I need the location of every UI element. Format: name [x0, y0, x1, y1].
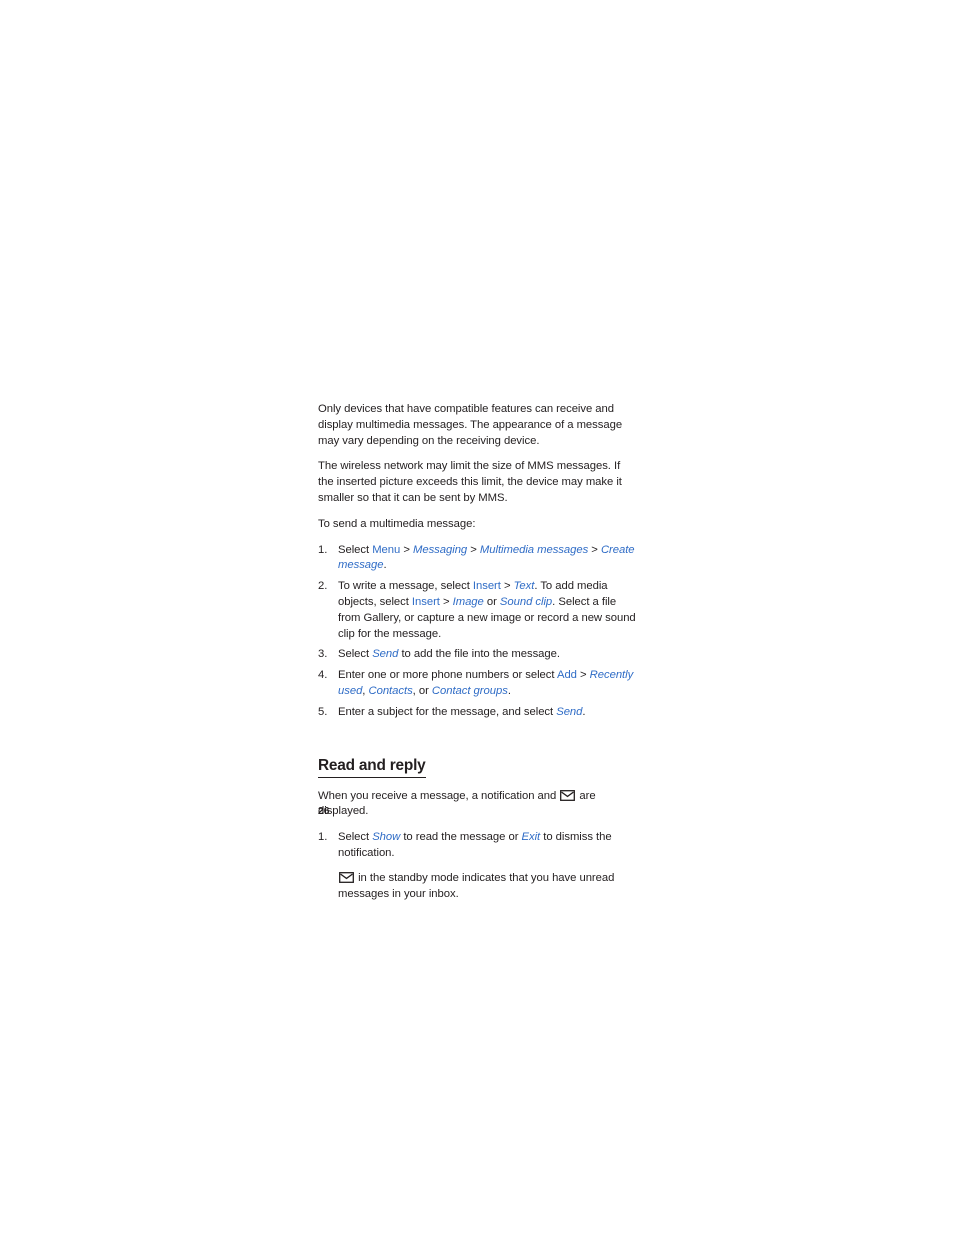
step-text: . — [582, 705, 586, 718]
list-item-number: 1. — [318, 543, 328, 556]
step-text: to add the file into the message. — [398, 648, 560, 661]
ui-command-label: Add — [556, 669, 577, 682]
ui-menu-label: Show — [372, 831, 401, 844]
page-title-read-and-reply: Read and reply — [318, 756, 426, 778]
send-step-item: 2. To write a message, select Insert > Te… — [318, 579, 638, 642]
paragraph-notification-intro: When you receive a message, a notificati… — [318, 789, 638, 821]
read-step-item: 1. Select Show to read the message or Exi… — [318, 830, 638, 862]
list-item-number: 2. — [318, 580, 328, 593]
notification-intro-text-before: When you receive a message, a notificati… — [318, 789, 560, 802]
paragraph-to-send-intro: To send a multimedia message: — [318, 517, 476, 530]
ui-menu-label: Multimedia messages — [479, 543, 589, 556]
envelope-icon — [339, 871, 354, 883]
step-text: > — [588, 543, 601, 556]
send-step-item: 4. Enter one or more phone numbers or sel… — [318, 668, 638, 700]
ui-menu-label: Exit — [521, 831, 541, 844]
ui-menu-label: Sound clip — [499, 595, 553, 608]
step-text: . — [507, 684, 511, 697]
paragraph-network-limit: The wireless network may limit the size … — [318, 460, 622, 504]
ui-command-label: Insert — [411, 595, 440, 608]
step-text: to read the message or — [400, 831, 522, 844]
text-column: Only devices that have compatible featur… — [318, 402, 638, 902]
send-mms-step-list: 1. Select Menu > Messaging > Multimedia m… — [318, 543, 638, 721]
ui-command-label: Menu — [372, 543, 401, 556]
ui-menu-label: Contacts — [368, 684, 413, 697]
ui-menu-label: Contact groups — [431, 684, 508, 697]
list-item-number: 1. — [318, 831, 328, 844]
manual-page: Only devices that have compatible featur… — [0, 0, 954, 1235]
step-text: , or — [412, 684, 432, 697]
step-text: . — [383, 559, 387, 572]
ui-menu-label: Image — [452, 595, 484, 608]
step-text: > — [500, 580, 514, 593]
step-text: Select — [338, 543, 373, 556]
send-step-item: 3. Select Send to add the file into the m… — [318, 647, 638, 663]
standby-note-text: in the standby mode indicates that you h… — [338, 871, 615, 900]
send-step-item: 5. Enter a subject for the message, and s… — [318, 705, 638, 721]
envelope-icon — [560, 789, 576, 801]
step-text: > — [576, 669, 590, 682]
ui-menu-label: Messaging — [412, 543, 468, 556]
page-number: 26 — [318, 806, 330, 817]
send-step-item: 1. Select Menu > Messaging > Multimedia m… — [318, 543, 638, 575]
step-text: > — [400, 543, 413, 556]
ui-menu-label: Send — [556, 705, 583, 718]
read-and-reply-heading-wrap: Read and reply — [318, 738, 638, 784]
step-text: or — [483, 595, 500, 608]
ui-command-label: Insert — [472, 580, 501, 593]
ui-menu-label: Send — [372, 648, 399, 661]
step-text: > — [439, 595, 453, 608]
step-text: Enter a subject for the message, and sel… — [338, 705, 557, 718]
step-text: Select — [338, 648, 373, 661]
read-and-reply-step-list: 1. Select Show to read the message or Exi… — [318, 830, 638, 862]
list-item-number: 4. — [318, 669, 328, 682]
step-text: Select — [338, 831, 373, 844]
list-item-number: 3. — [318, 648, 328, 661]
step-text: Enter one or more phone numbers or selec… — [338, 669, 557, 682]
paragraph-standby-note: in the standby mode indicates that you h… — [338, 871, 638, 903]
paragraph-compatible-devices: Only devices that have compatible featur… — [318, 403, 623, 447]
list-item-number: 5. — [318, 705, 328, 718]
step-text: > — [467, 543, 480, 556]
ui-menu-label: Text — [513, 580, 535, 593]
step-text: To write a message, select — [338, 580, 473, 593]
